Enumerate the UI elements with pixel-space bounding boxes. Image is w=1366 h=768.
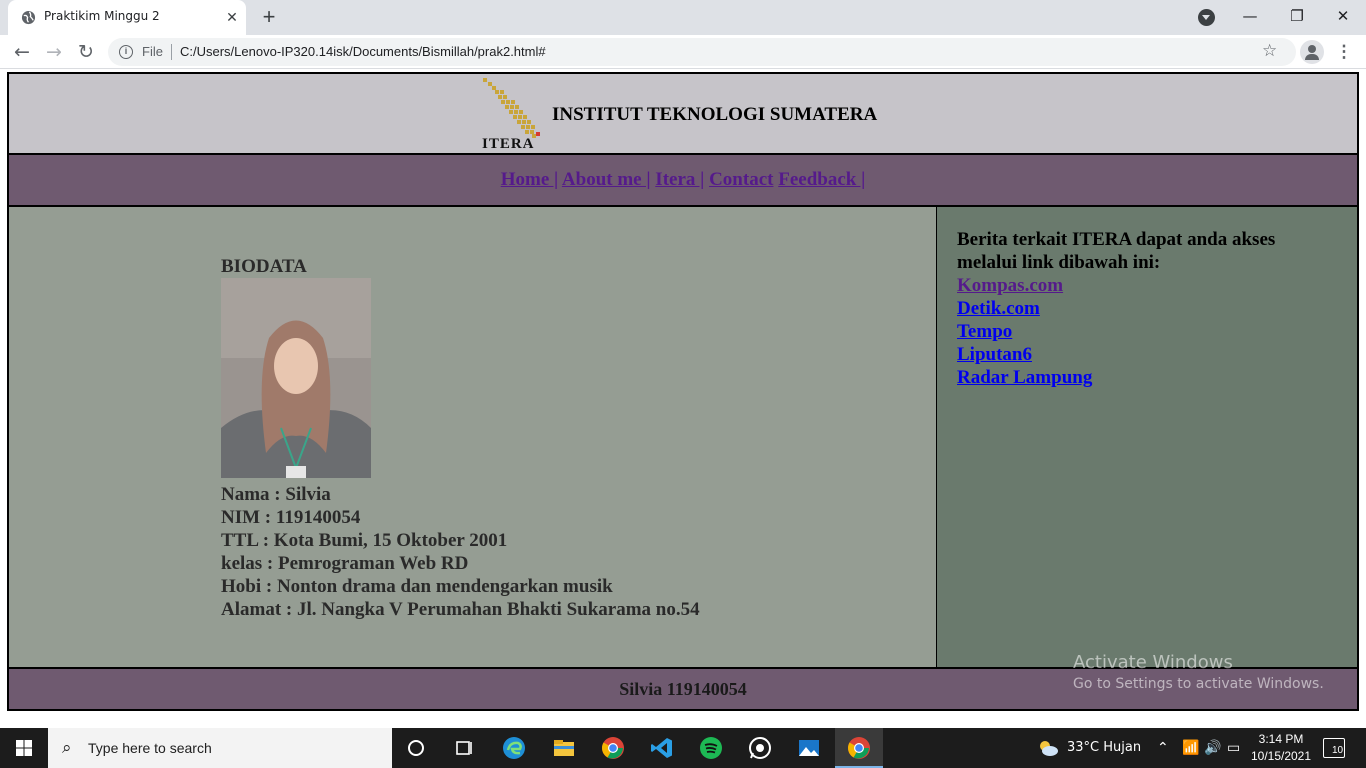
- logo-wordmark: ITERA: [482, 136, 535, 152]
- volume-icon[interactable]: 🔊: [1204, 740, 1221, 756]
- news-links: Kompas.com Detik.com Tempo Liputan6 Rada…: [957, 274, 1092, 389]
- minimize-button[interactable]: —: [1238, 4, 1262, 28]
- bio-nama: Nama : Silvia: [221, 484, 331, 505]
- news-link-kompas[interactable]: Kompas.com: [957, 274, 1092, 297]
- activation-watermark-subtitle: Go to Settings to activate Windows.: [1073, 676, 1324, 692]
- address-url[interactable]: C:/Users/Lenovo-IP320.14isk/Documents/Bi…: [180, 44, 546, 59]
- search-icon: ⌕: [62, 738, 72, 757]
- chrome-active-icon: [848, 737, 870, 759]
- spotify-icon[interactable]: [697, 734, 725, 762]
- photos-icon[interactable]: [795, 734, 823, 762]
- site-header: ITERA INSTITUT TEKNOLOGI SUMATERA: [7, 72, 1359, 155]
- close-window-button[interactable]: ✕: [1331, 4, 1355, 28]
- news-link-radar-lampung[interactable]: Radar Lampung: [957, 366, 1092, 389]
- tray-chevron-up-icon[interactable]: ⌃: [1157, 740, 1169, 756]
- notification-center-icon[interactable]: 10: [1323, 738, 1345, 758]
- browser-tab[interactable]: Praktikim Minggu 2 ✕: [8, 0, 246, 35]
- address-separator: [171, 44, 172, 60]
- biodata-heading: BIODATA: [221, 256, 307, 277]
- nav-link-contact[interactable]: Contact: [709, 169, 773, 190]
- wifi-icon[interactable]: 📶: [1182, 740, 1199, 756]
- back-icon[interactable]: ←: [10, 40, 34, 64]
- edge-icon[interactable]: [500, 734, 528, 762]
- biodata-section: BIODATA Nama : Silvia NIM : 119140054 TT…: [7, 205, 938, 669]
- bio-nim: NIM : 119140054: [221, 507, 361, 528]
- nav-link-about[interactable]: About me |: [562, 169, 651, 190]
- file-explorer-icon[interactable]: [550, 734, 578, 762]
- battery-icon[interactable]: ▭: [1227, 740, 1240, 756]
- site-navbar: Home | About me | Itera | Contact Feedba…: [7, 153, 1359, 207]
- news-link-detik[interactable]: Detik.com: [957, 297, 1092, 320]
- vscode-icon[interactable]: [648, 734, 676, 762]
- news-sidebar: Berita terkait ITERA dapat anda akses me…: [936, 205, 1359, 669]
- tab-search-icon[interactable]: [1198, 9, 1215, 26]
- weather-cloud-icon[interactable]: [1037, 739, 1059, 757]
- activation-watermark-title: Activate Windows: [1073, 652, 1233, 673]
- news-link-tempo[interactable]: Tempo: [957, 320, 1092, 343]
- profile-avatar-icon[interactable]: [1300, 40, 1324, 64]
- news-intro: Berita terkait ITERA dapat anda akses me…: [957, 229, 1276, 273]
- reload-icon[interactable]: ↻: [74, 40, 98, 64]
- restore-button[interactable]: ❐: [1285, 4, 1309, 28]
- clock-time: 3:14 PM: [1258, 732, 1304, 746]
- tab-title: Praktikim Minggu 2: [44, 9, 160, 23]
- site-title: INSTITUT TEKNOLOGI SUMATERA: [552, 104, 878, 125]
- address-bar[interactable]: i File C:/Users/Lenovo-IP320.14isk/Docum…: [108, 38, 1296, 66]
- notification-count: 10: [1331, 745, 1345, 756]
- globe-icon: [21, 10, 36, 25]
- taskbar-clock[interactable]: 3:14 PM 10/15/2021: [1250, 731, 1312, 765]
- bio-ttl: TTL : Kota Bumi, 15 Oktober 2001: [221, 530, 508, 551]
- bookmark-star-icon[interactable]: ☆: [1262, 41, 1277, 61]
- windows-start-icon[interactable]: [0, 728, 48, 768]
- nav-link-itera[interactable]: Itera |: [655, 169, 704, 190]
- cortana-icon[interactable]: [402, 734, 430, 762]
- nav-link-home[interactable]: Home |: [501, 169, 558, 190]
- bio-hobi: Hobi : Nonton drama dan mendengarkan mus…: [221, 576, 613, 597]
- browser-menu-icon[interactable]: ⋮: [1335, 40, 1353, 64]
- new-tab-button[interactable]: +: [258, 6, 280, 29]
- forward-icon[interactable]: →: [42, 40, 66, 64]
- clock-date: 10/15/2021: [1250, 749, 1312, 763]
- bio-kelas: kelas : Pemrograman Web RD: [221, 553, 469, 574]
- task-view-icon[interactable]: [450, 734, 478, 762]
- whatsapp-icon[interactable]: [746, 734, 774, 762]
- taskbar-active-chrome[interactable]: [835, 728, 883, 768]
- address-scheme: File: [142, 44, 163, 59]
- bio-alamat: Alamat : Jl. Nangka V Perumahan Bhakti S…: [221, 599, 700, 620]
- windows-taskbar: ⌕ Type here to search 33°C Hujan ⌃ 📶 🔊 ▭…: [0, 728, 1366, 768]
- taskbar-search-box[interactable]: ⌕ Type here to search: [48, 728, 392, 768]
- chrome-icon[interactable]: [599, 734, 627, 762]
- news-link-liputan6[interactable]: Liputan6: [957, 343, 1092, 366]
- browser-toolbar: ← → ↻ i File C:/Users/Lenovo-IP320.14isk…: [0, 35, 1366, 69]
- nav-links: Home | About me | Itera | Contact Feedba…: [9, 169, 1357, 191]
- page-viewport: ITERA INSTITUT TEKNOLOGI SUMATERA Home |…: [0, 70, 1366, 728]
- nav-link-feedback[interactable]: Feedback |: [778, 169, 865, 190]
- taskbar-search-placeholder: Type here to search: [88, 740, 212, 756]
- profile-photo: [221, 278, 371, 478]
- biodata-details: Nama : Silvia NIM : 119140054 TTL : Kota…: [221, 483, 700, 621]
- info-icon[interactable]: i: [119, 45, 133, 59]
- browser-tab-strip: Praktikim Minggu 2 ✕ + — ❐ ✕: [0, 0, 1366, 35]
- weather-text[interactable]: 33°C Hujan: [1067, 740, 1141, 755]
- tab-close-icon[interactable]: ✕: [224, 9, 240, 25]
